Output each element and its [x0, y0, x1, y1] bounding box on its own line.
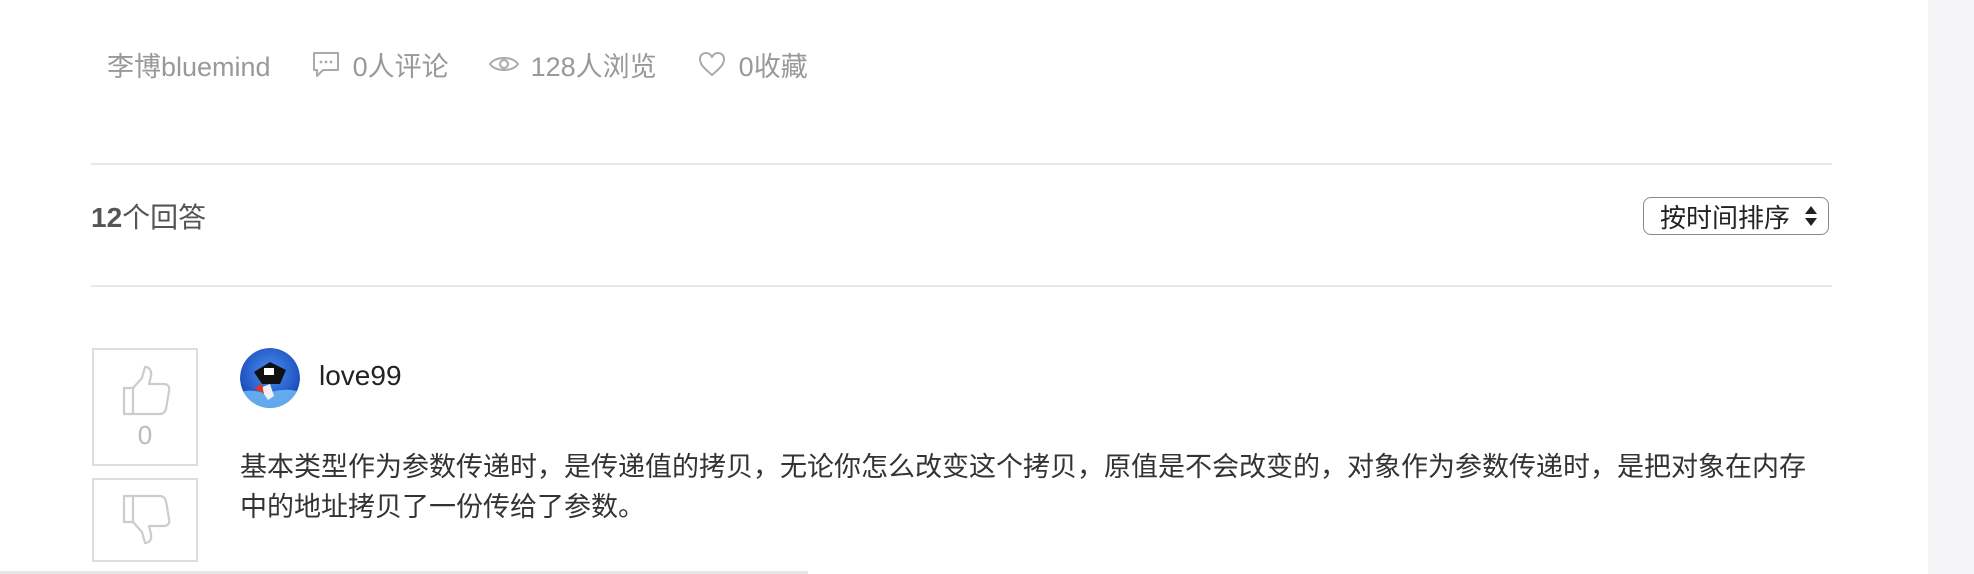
- page-gutter: [1928, 0, 1974, 574]
- views-stat: 128人浏览: [487, 45, 657, 84]
- sort-selected-label: 按时间排序: [1660, 202, 1791, 233]
- answer-body: 基本类型作为参数传递时，是传递值的拷贝，无论你怎么改变这个拷贝，原值是不会改变的…: [240, 452, 1806, 522]
- downvote-button[interactable]: [92, 478, 198, 562]
- eye-icon: [487, 47, 521, 81]
- comment-bubble-icon: [309, 47, 343, 81]
- avatar[interactable]: [240, 348, 300, 408]
- answers-count-number: 12: [91, 202, 123, 233]
- select-arrows-icon: [1804, 204, 1818, 228]
- divider: [91, 163, 1832, 165]
- author-link[interactable]: 李博bluemind: [107, 45, 271, 84]
- sort-select[interactable]: 按时间排序: [1643, 197, 1829, 235]
- answer-author-name[interactable]: love99: [319, 360, 402, 392]
- favorite-button[interactable]: 0收藏: [695, 45, 808, 84]
- thumbs-down-icon: [120, 492, 172, 546]
- comments-count: 0人评论: [352, 51, 449, 82]
- author-name: 李博bluemind: [107, 51, 271, 82]
- answers-count-suffix: 个回答: [122, 202, 207, 233]
- thumbs-up-icon: [120, 364, 172, 418]
- question-page: 李博bluemind 0人评论 128人浏览 0收藏 12个回答 按时间排序 0…: [0, 0, 1928, 574]
- divider: [91, 285, 1832, 287]
- vote-count: 0: [137, 420, 153, 450]
- upvote-button[interactable]: 0: [92, 348, 198, 466]
- answers-count: 12个回答: [91, 196, 206, 236]
- views-count: 128人浏览: [530, 51, 657, 82]
- question-meta: 李博bluemind 0人评论 128人浏览 0收藏: [107, 42, 846, 86]
- comments-link[interactable]: 0人评论: [309, 45, 449, 84]
- heart-icon: [695, 47, 729, 81]
- favorites-count: 0收藏: [738, 51, 808, 82]
